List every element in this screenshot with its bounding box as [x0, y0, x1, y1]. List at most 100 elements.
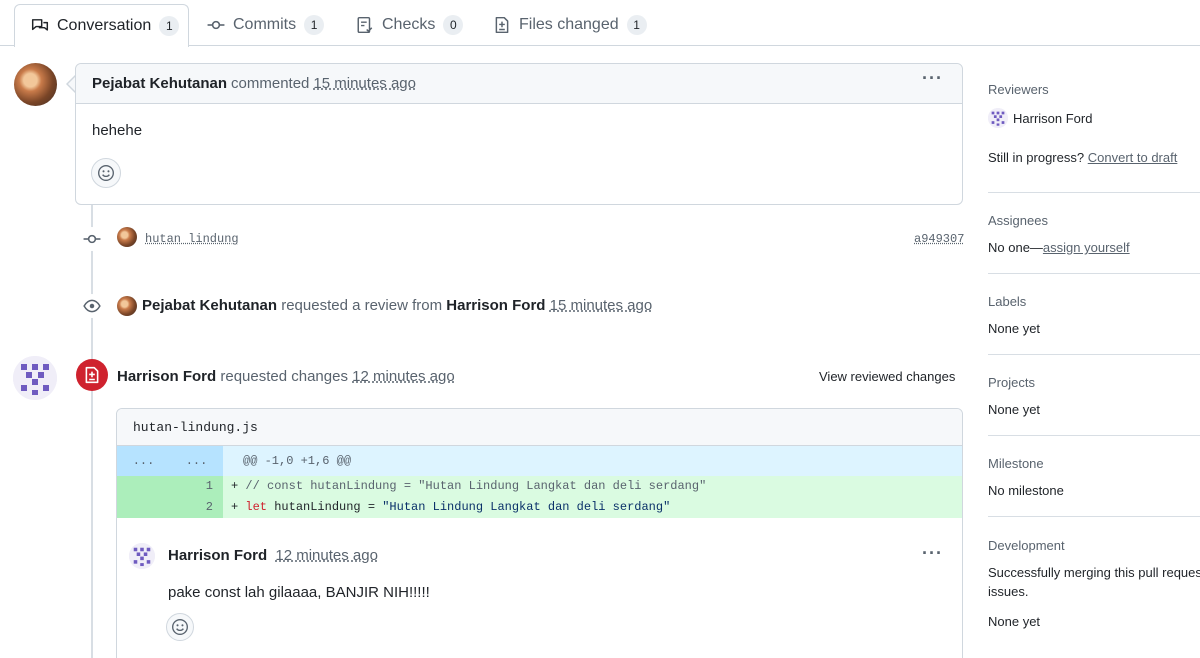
expand-down-button[interactable]: ...: [170, 446, 223, 476]
review-diff-box: hutan-lindung.js ... ... @@ -1,0 +1,6 @@…: [116, 408, 963, 658]
avatar[interactable]: [129, 543, 155, 569]
commit-sha-link[interactable]: a949307: [914, 232, 964, 246]
sidebar-title[interactable]: Reviewers: [988, 82, 1049, 97]
sidebar-development: Development Successfully merging this pu…: [988, 517, 1200, 658]
diff-prefix: +: [231, 479, 246, 493]
reply-header: Harrison Ford 12 minutes ago: [168, 547, 378, 564]
timeline-line: [91, 205, 93, 658]
eye-icon: [80, 294, 104, 318]
review-event: Harrison Ford requested changes 12 minut…: [117, 368, 455, 385]
tab-label: Files changed: [519, 16, 619, 33]
projects-value: None yet: [988, 402, 1041, 417]
assign-yourself-link[interactable]: assign yourself: [1043, 240, 1130, 255]
expand-up-button[interactable]: ...: [117, 446, 170, 476]
tab-label: Conversation: [57, 17, 152, 34]
new-line-number[interactable]: 2: [170, 497, 223, 518]
kebab-menu-icon[interactable]: ···: [922, 68, 943, 89]
comment-body: hehehe: [92, 122, 143, 139]
review-author[interactable]: Harrison Ford: [117, 368, 216, 385]
diff-code: + let hutanLindung = "Hutan Lindung Lang…: [223, 497, 670, 518]
view-reviewed-changes-button[interactable]: View reviewed changes: [819, 369, 955, 384]
add-reaction-button[interactable]: [91, 158, 121, 188]
commit-icon: [80, 227, 104, 251]
development-text: issues.: [988, 584, 1029, 599]
event-action: requested a review from: [281, 297, 443, 314]
sidebar-title[interactable]: Milestone: [988, 456, 1044, 471]
tab-counter: 1: [304, 15, 325, 35]
comment-action: commented: [231, 75, 310, 92]
request-changes-badge: [76, 359, 108, 391]
diff-line: 1 + // const hutanLindung = "Hutan Lindu…: [117, 476, 962, 497]
avatar[interactable]: [117, 296, 137, 316]
sidebar-title[interactable]: Assignees: [988, 213, 1048, 228]
diff-filename[interactable]: hutan-lindung.js: [117, 409, 962, 446]
tab-files-changed[interactable]: Files changed 1: [477, 4, 663, 46]
avatar: [988, 108, 1008, 128]
assignees-value: No one—assign yourself: [988, 240, 1130, 255]
smiley-icon: [98, 165, 114, 181]
comment-header: Pejabat Kehutanan commented 15 minutes a…: [76, 64, 962, 104]
reply-author[interactable]: Harrison Ford: [168, 547, 267, 564]
assignees-none: No one—: [988, 240, 1043, 255]
tab-counter: 1: [626, 15, 647, 35]
diff-code: + // const hutanLindung = "Hutan Lindung…: [223, 476, 706, 497]
tab-counter: 1: [159, 16, 180, 36]
review-action: requested changes: [220, 368, 348, 385]
review-request-event: Pejabat Kehutanan requested a review fro…: [142, 297, 652, 314]
sidebar-projects: Projects None yet: [988, 355, 1200, 436]
development-value: None yet: [988, 614, 1041, 629]
add-reaction-button[interactable]: [166, 613, 194, 641]
diff-prefix: +: [231, 500, 246, 514]
code-comment: // const hutanLindung = "Hutan Lindung L…: [245, 479, 707, 493]
convert-to-draft-link[interactable]: Convert to draft: [1088, 150, 1178, 165]
pr-tab-bar: Conversation 1 Commits 1 Checks 0 Files …: [0, 0, 1200, 47]
code-string: "Hutan Lindung Langkat dan deli serdang": [382, 500, 671, 514]
draft-prefix: Still in progress?: [988, 150, 1085, 165]
code-identifier: hutanLindung =: [267, 500, 383, 514]
milestone-value: No milestone: [988, 483, 1064, 498]
old-line-number: [117, 476, 170, 497]
labels-value: None yet: [988, 321, 1041, 336]
event-reviewer[interactable]: Harrison Ford: [446, 297, 545, 314]
event-timestamp[interactable]: 15 minutes ago: [550, 297, 653, 314]
comment-timestamp[interactable]: 15 minutes ago: [313, 75, 416, 92]
avatar[interactable]: [117, 227, 137, 247]
old-line-number: [117, 497, 170, 518]
sidebar-title[interactable]: Development: [988, 538, 1065, 553]
smiley-icon: [172, 619, 188, 635]
avatar[interactable]: [13, 356, 57, 400]
diff-line: 2 + let hutanLindung = "Hutan Lindung La…: [117, 497, 962, 518]
new-line-number[interactable]: 1: [170, 476, 223, 497]
reviewer-name[interactable]: Harrison Ford: [1013, 111, 1092, 126]
draft-note: Still in progress? Convert to draft: [988, 150, 1177, 165]
sidebar-title[interactable]: Labels: [988, 294, 1026, 309]
file-diff-icon: [493, 16, 511, 34]
checklist-icon: [356, 16, 374, 34]
sidebar-title[interactable]: Projects: [988, 375, 1035, 390]
development-text: Successfully merging this pull request: [988, 565, 1200, 580]
tab-conversation[interactable]: Conversation 1: [14, 4, 189, 47]
tab-checks[interactable]: Checks 0: [340, 4, 479, 46]
commit-message-link[interactable]: hutan lindung: [145, 232, 239, 246]
code-keyword: let: [245, 500, 268, 514]
file-diff-icon: [85, 366, 99, 384]
reply-body: pake const lah gilaaaa, BANJIR NIH!!!!!: [168, 584, 430, 601]
sidebar-reviewers: Reviewers Harrison Ford Still in progres…: [988, 60, 1200, 193]
review-timestamp[interactable]: 12 minutes ago: [352, 368, 455, 385]
comment-author[interactable]: Pejabat Kehutanan: [92, 75, 227, 92]
reply-timestamp[interactable]: 12 minutes ago: [275, 547, 378, 564]
sidebar-labels: Labels None yet: [988, 274, 1200, 355]
event-author[interactable]: Pejabat Kehutanan: [142, 297, 277, 314]
sidebar-milestone: Milestone No milestone: [988, 436, 1200, 517]
tab-commits[interactable]: Commits 1: [191, 4, 340, 46]
tab-label: Commits: [233, 16, 297, 33]
tab-label: Checks: [382, 16, 436, 33]
avatar[interactable]: [14, 63, 57, 106]
commit-icon: [207, 16, 225, 34]
hunk-header: @@ -1,0 +1,6 @@: [243, 454, 352, 468]
comment-box: Pejabat Kehutanan commented 15 minutes a…: [75, 63, 963, 205]
tab-counter: 0: [443, 15, 464, 35]
kebab-menu-icon[interactable]: ···: [922, 543, 943, 564]
comment-discussion-icon: [31, 17, 49, 35]
sidebar-assignees: Assignees No one—assign yourself: [988, 193, 1200, 274]
